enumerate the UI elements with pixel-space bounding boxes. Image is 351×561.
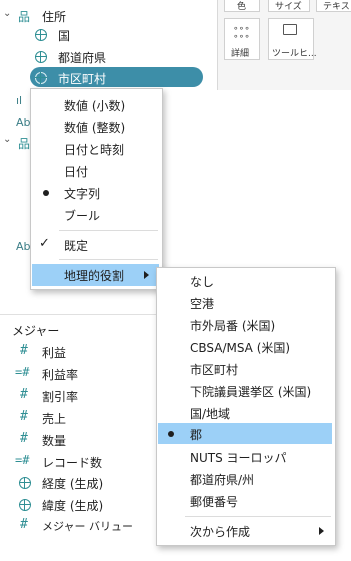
bar-chart-icon: ıl — [16, 94, 23, 107]
geo-item-area-code[interactable]: 市外局番 (米国) — [157, 314, 335, 336]
geo-item-nuts-europe[interactable]: NUTS ヨーロッパ — [157, 446, 335, 468]
geo-item-county[interactable]: 郡 — [158, 423, 332, 444]
data-type-menu: 数値 (小数) 数値 (整数) 日付と時刻 日付 文字列 ブール ✓ 既定 地理… — [30, 88, 163, 290]
hierarchy-icon: 品 — [18, 10, 31, 24]
menu-item-date[interactable]: 日付 — [31, 160, 162, 182]
menu-item-label: ブール — [64, 209, 101, 223]
menu-item-label: 都道府県/州 — [190, 473, 255, 487]
menu-item-label: なし — [190, 275, 215, 289]
collapse-chevron-icon[interactable]: ⌄ — [3, 8, 11, 19]
size-button-label: サイズ — [275, 2, 302, 12]
color-button[interactable]: 色 — [224, 0, 260, 12]
menu-item-label: 文字列 — [64, 187, 101, 201]
geo-item-none[interactable]: なし — [157, 270, 335, 292]
string-type-icon: Ab — [16, 116, 31, 129]
menu-item-integer[interactable]: 数値 (整数) — [31, 116, 162, 138]
number-calc-icon: =# — [15, 453, 30, 467]
measure-values[interactable]: メジャー バリュー — [42, 518, 133, 534]
number-calc-icon: =# — [15, 365, 30, 379]
menu-item-label: 既定 — [64, 239, 89, 253]
menu-item-decimal[interactable]: 数値 (小数) — [31, 94, 162, 116]
selected-dot-icon — [43, 190, 49, 196]
menu-item-label: 郡 — [190, 428, 203, 442]
globe-icon — [19, 477, 31, 489]
detail-label: 詳細 — [231, 49, 250, 59]
text-button-label: テキスト — [323, 2, 351, 12]
selected-dot-icon — [168, 431, 174, 437]
field-city-selected[interactable] — [30, 67, 203, 87]
menu-item-label: CBSA/MSA (米国) — [190, 341, 291, 355]
number-icon: # — [20, 517, 28, 532]
menu-item-label: 空港 — [190, 297, 215, 311]
menu-item-label: 数値 (整数) — [64, 121, 126, 135]
geo-item-zip-code[interactable]: 郵便番号 — [157, 490, 335, 512]
measure-latitude[interactable]: 緯度 (生成) — [42, 497, 103, 514]
geo-item-create-from[interactable]: 次から作成 — [157, 520, 335, 542]
folder-label[interactable]: 住所 — [42, 8, 66, 25]
submenu-arrow-icon — [144, 271, 149, 279]
menu-separator — [59, 230, 158, 231]
measure-quantity[interactable]: 数量 — [42, 432, 66, 449]
globe-icon — [35, 72, 47, 84]
menu-item-label: 市区町村 — [190, 363, 239, 377]
measure-profit[interactable]: 利益 — [42, 344, 66, 361]
geo-item-congressional-district[interactable]: 下院議員選挙区 (米国) — [157, 380, 335, 402]
menu-item-geographic-role[interactable]: 地理的役割 — [32, 264, 159, 286]
menu-item-string[interactable]: 文字列 — [31, 182, 162, 204]
measure-record-count[interactable]: レコード数 — [42, 454, 102, 471]
detail-dots-icon: ∘∘∘ ∘∘∘ — [233, 24, 250, 42]
text-button[interactable]: テキスト — [316, 0, 351, 12]
submenu-arrow-icon — [319, 527, 324, 535]
geo-item-country-region[interactable]: 国/地域 — [157, 402, 335, 424]
menu-item-label: 郵便番号 — [190, 495, 239, 509]
globe-icon — [19, 499, 31, 511]
geo-item-cbsa[interactable]: CBSA/MSA (米国) — [157, 336, 335, 358]
measure-sales[interactable]: 売上 — [42, 410, 66, 427]
menu-item-label: 国/地域 — [190, 407, 231, 421]
field-prefecture[interactable]: 都道府県 — [58, 49, 106, 66]
geographic-role-submenu: なし 空港 市外局番 (米国) CBSA/MSA (米国) 市区町村 下院議員選… — [156, 267, 336, 546]
menu-item-label: 日付 — [64, 165, 89, 179]
collapse-chevron-icon[interactable]: ⌄ — [3, 134, 11, 145]
menu-item-default[interactable]: ✓ 既定 — [31, 234, 162, 256]
globe-icon — [35, 29, 47, 41]
menu-separator — [185, 516, 331, 517]
menu-item-label: 下院議員選挙区 (米国) — [190, 385, 312, 399]
menu-item-label: 日付と時刻 — [64, 143, 125, 157]
globe-icon — [35, 51, 47, 63]
menu-item-boolean[interactable]: ブール — [31, 204, 162, 226]
marks-card: 色 サイズ テキスト ∘∘∘∘∘∘ 詳細 ツールヒ... — [217, 0, 351, 90]
field-city-label: 市区町村 — [58, 72, 107, 86]
size-button[interactable]: サイズ — [268, 0, 310, 12]
geo-item-state-province[interactable]: 都道府県/州 — [157, 468, 335, 490]
number-icon: # — [20, 387, 28, 402]
number-icon: # — [20, 343, 28, 358]
detail-button[interactable]: ∘∘∘ ∘∘∘ 詳細 — [224, 18, 260, 60]
string-type-icon: Ab — [16, 240, 31, 253]
color-button-label: 色 — [237, 2, 247, 12]
number-icon: # — [20, 431, 28, 446]
tooltip-button[interactable]: ツールヒ... — [268, 18, 317, 60]
menu-item-label: 地理的役割 — [64, 269, 125, 283]
menu-item-label: NUTS ヨーロッパ — [190, 451, 287, 465]
menu-item-label: 市外局番 (米国) — [190, 319, 276, 333]
menu-item-label: 数値 (小数) — [64, 99, 126, 113]
hierarchy-icon: 品 — [18, 137, 31, 151]
measure-longitude[interactable]: 経度 (生成) — [42, 475, 103, 492]
speech-bubble-icon — [283, 24, 297, 35]
field-country[interactable]: 国 — [58, 27, 70, 44]
measure-discount[interactable]: 割引率 — [42, 388, 78, 405]
number-icon: # — [20, 409, 28, 424]
menu-item-label: 次から作成 — [190, 525, 251, 539]
tooltip-label: ツールヒ... — [272, 49, 317, 59]
geo-item-city[interactable]: 市区町村 — [157, 358, 335, 380]
checkmark-icon: ✓ — [39, 236, 50, 251]
menu-item-datetime[interactable]: 日付と時刻 — [31, 138, 162, 160]
measure-profit-ratio[interactable]: 利益率 — [42, 366, 78, 383]
menu-separator — [59, 259, 158, 260]
measures-header: メジャー — [12, 324, 60, 338]
geo-item-airport[interactable]: 空港 — [157, 292, 335, 314]
